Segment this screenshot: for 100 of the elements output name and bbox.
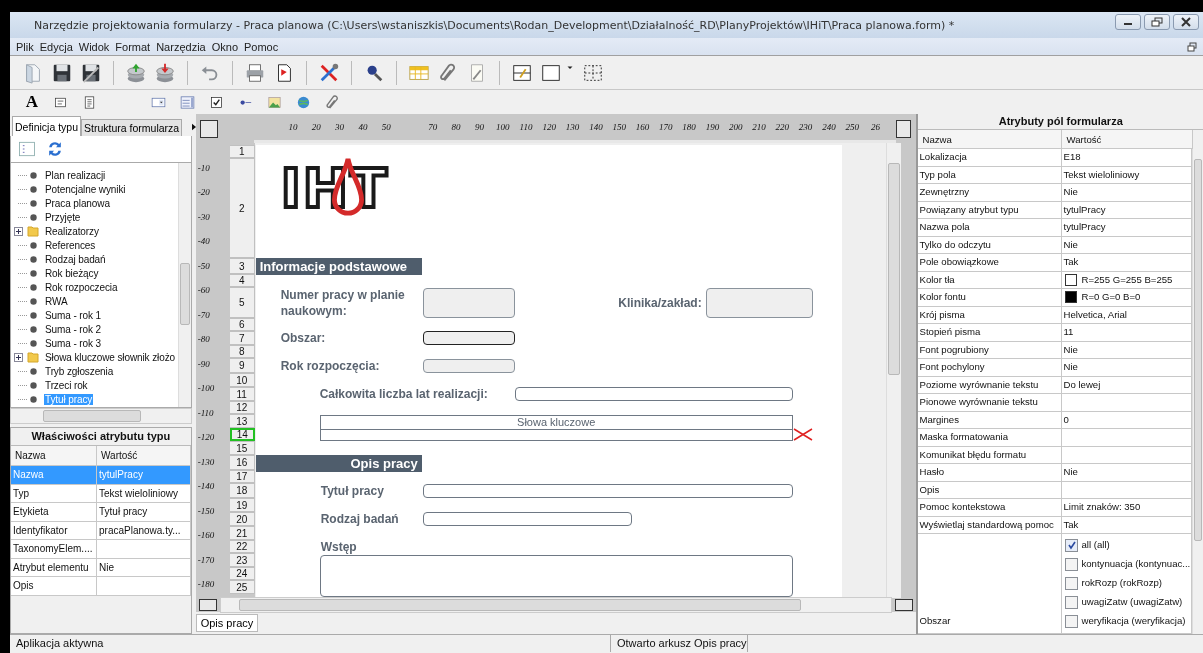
menu-item[interactable]: Format (112, 40, 154, 53)
property-row[interactable]: Etykieta Tytuł pracy (11, 503, 191, 522)
property-name: Lokalizacja (918, 149, 1063, 166)
color-swatch[interactable] (1065, 291, 1078, 304)
vertical-scrollbar[interactable] (1192, 149, 1203, 634)
tree-item[interactable]: Rok rozpoczecia (44, 281, 119, 293)
column-header[interactable]: Nazwa (11, 446, 97, 465)
status-text: Otwarto arkusz Opis pracy (611, 635, 748, 652)
menu-item[interactable]: Narzędzia (153, 40, 209, 53)
vertical-scrollbar[interactable] (886, 143, 902, 598)
row-header[interactable]: 21 (229, 526, 255, 540)
expand-icon[interactable] (14, 352, 23, 362)
input-field[interactable] (422, 288, 515, 318)
row-header[interactable]: 11 (229, 387, 255, 401)
input-field[interactable] (514, 387, 793, 401)
tools-icon[interactable] (318, 61, 340, 84)
row-header[interactable]: 14 (229, 428, 255, 441)
ruler-label: 150 (612, 122, 626, 132)
horizontal-scrollbar[interactable] (10, 408, 192, 424)
row-header[interactable]: 25 (229, 580, 255, 594)
row-header[interactable]: 9 (229, 358, 255, 373)
tree-item[interactable]: Plan realizacji (44, 169, 107, 181)
restore-icon[interactable] (1187, 41, 1197, 52)
row-header[interactable]: 2 (229, 158, 255, 258)
tree-item[interactable]: References (44, 239, 97, 251)
property-name: Pionowe wyrównanie tekstu (918, 394, 1063, 411)
row-header[interactable]: 16 (229, 455, 255, 470)
row-header[interactable]: 1 (229, 145, 255, 158)
row-header[interactable]: 18 (229, 483, 255, 498)
tree-item[interactable]: Rodzaj badań (44, 253, 107, 265)
menu-item[interactable]: Okno (208, 40, 241, 53)
tree-item[interactable]: RWA (44, 295, 69, 307)
expand-icon[interactable] (14, 226, 23, 236)
column-header[interactable]: Wartość (1062, 130, 1193, 148)
bullet-icon (30, 381, 37, 389)
tree-item[interactable]: Suma - rok 1 (44, 309, 103, 321)
checkbox[interactable] (1065, 576, 1079, 590)
row-header[interactable]: 4 (229, 274, 255, 287)
input-field[interactable] (319, 555, 793, 597)
menu-item[interactable]: Pomoc (241, 40, 282, 53)
keywords-table[interactable]: Słowa kluczowe (319, 415, 793, 441)
row-header[interactable]: 22 (229, 540, 255, 553)
menu-item[interactable]: Edycja (36, 40, 76, 53)
row-header[interactable]: 13 (229, 414, 255, 428)
row-header[interactable]: 23 (229, 553, 255, 567)
checkbox[interactable] (1065, 595, 1079, 609)
checkbox[interactable] (1065, 538, 1079, 552)
close-button[interactable] (1173, 14, 1199, 30)
tree-item[interactable]: Tryb zgłoszenia (44, 365, 115, 377)
row-header[interactable]: 8 (229, 345, 255, 358)
maximize-button[interactable] (1144, 14, 1170, 30)
vertical-scrollbar[interactable] (177, 163, 191, 407)
panel-tab[interactable]: Struktura formularza (81, 119, 183, 136)
row-header[interactable]: 17 (229, 470, 255, 483)
printer-icon[interactable] (244, 61, 266, 84)
row-header[interactable]: 19 (229, 498, 255, 512)
menu-item[interactable]: Widok (75, 40, 113, 53)
horizontal-scrollbar[interactable] (219, 597, 893, 613)
ruler-label: -170 (197, 554, 215, 565)
property-row[interactable]: Opis (11, 577, 191, 596)
panel-tab[interactable]: Definicja typu (12, 116, 82, 136)
tree-item[interactable]: Trzeci rok (44, 379, 89, 391)
minimize-button[interactable] (1115, 14, 1141, 30)
tree-item[interactable]: Rok bieżący (44, 267, 100, 279)
tree-item[interactable]: Przyjęte (44, 211, 82, 223)
paperclip-icon[interactable] (324, 93, 341, 111)
row-header[interactable]: 7 (229, 331, 255, 345)
tree-item[interactable]: Suma - rok 2 (44, 323, 103, 335)
input-field[interactable] (422, 331, 515, 345)
row-header[interactable]: 3 (229, 258, 255, 274)
bullet-icon (30, 339, 37, 347)
tree-item[interactable]: Suma - rok 3 (44, 337, 103, 349)
menu-item[interactable]: Plik (10, 40, 37, 53)
input-field[interactable] (422, 359, 515, 373)
row-header[interactable]: 24 (229, 567, 255, 580)
row-header[interactable]: 20 (229, 512, 255, 526)
row-header[interactable]: 15 (229, 441, 255, 455)
row-header[interactable]: 5 (229, 287, 255, 318)
column-header[interactable]: Wartość (97, 446, 191, 465)
row-header[interactable]: 10 (229, 373, 255, 387)
database-upload-icon[interactable] (125, 61, 147, 84)
row-header[interactable]: 12 (229, 401, 255, 414)
cross-icon[interactable] (792, 428, 813, 441)
tree-item[interactable]: Praca planowa (44, 197, 111, 209)
collapse-arrow-icon[interactable] (191, 122, 196, 132)
database-download-icon[interactable] (154, 61, 176, 84)
text-tool-button[interactable]: A (24, 92, 40, 112)
property-row[interactable]: TaxonomyElem.... (11, 540, 191, 559)
row-header[interactable]: 6 (229, 318, 255, 331)
column-header[interactable]: Nazwa (918, 130, 1063, 148)
input-field[interactable] (705, 288, 813, 318)
sheet-tab[interactable]: Opis pracy (195, 614, 259, 632)
tree-item[interactable]: Potencjalne wyniki (44, 183, 127, 195)
tree-item[interactable]: Słowa kluczowe słownik złożo (44, 351, 177, 363)
checkbox[interactable] (1065, 614, 1079, 628)
tree-item[interactable]: Realizatorzy (44, 225, 100, 237)
color-swatch[interactable] (1065, 273, 1078, 286)
input-field[interactable] (422, 512, 632, 526)
input-field[interactable] (422, 484, 793, 498)
checkbox[interactable] (1065, 557, 1079, 571)
